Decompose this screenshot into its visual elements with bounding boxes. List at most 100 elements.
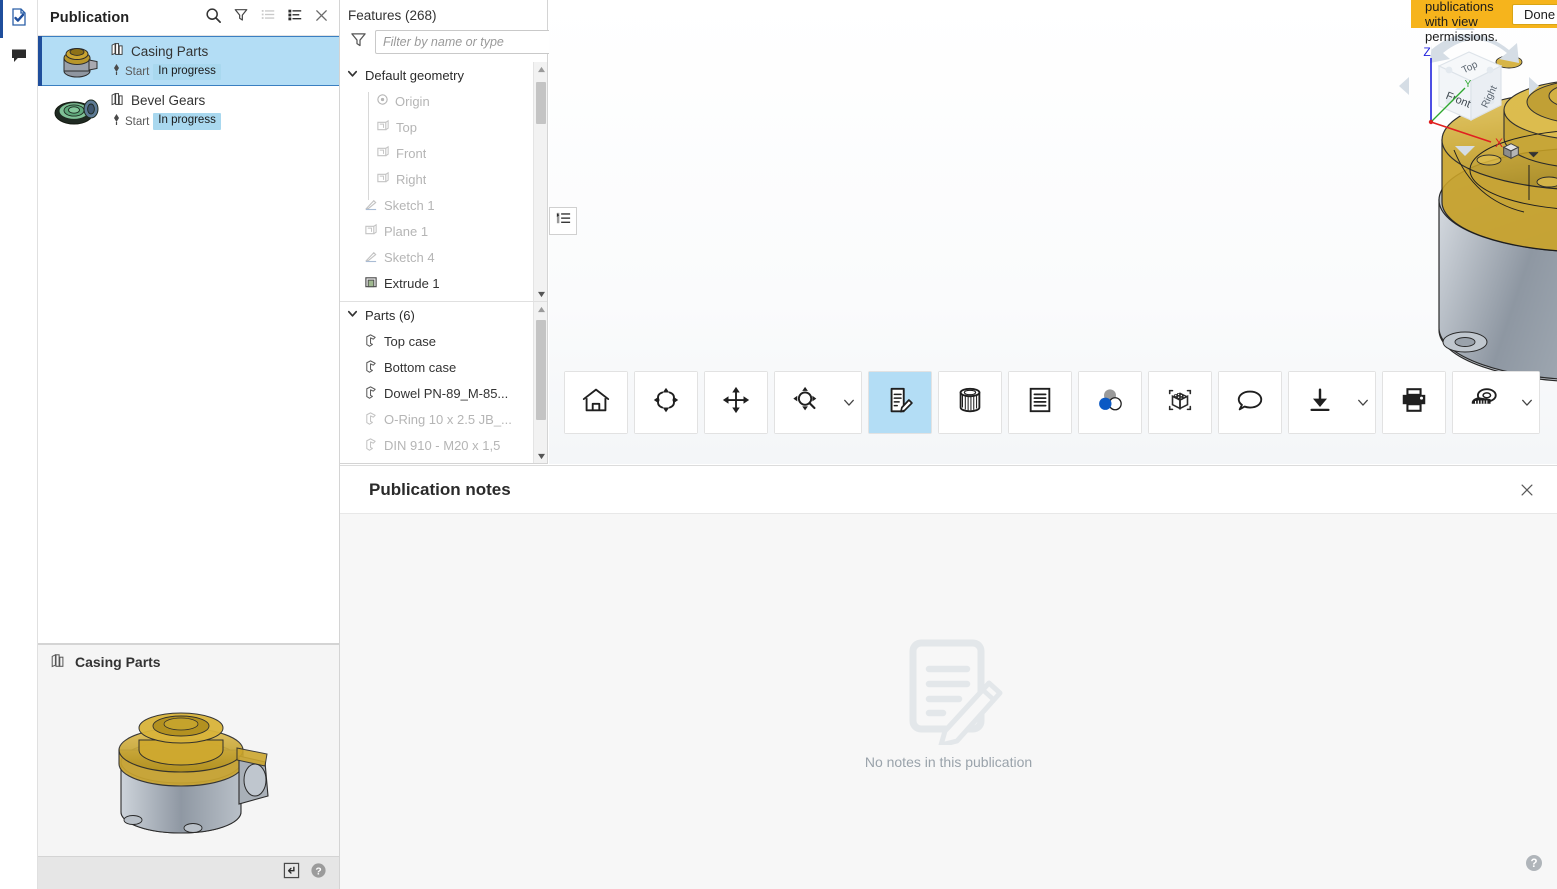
search-icon[interactable] <box>205 7 222 29</box>
close-icon[interactable] <box>1519 482 1535 498</box>
view-mode-selector[interactable] <box>1500 140 1539 167</box>
scrollbar-thumb[interactable] <box>536 82 546 124</box>
tree-row-top-case[interactable]: Top case <box>340 328 547 354</box>
toolbar-group-measure <box>1452 371 1540 434</box>
cube-icon[interactable] <box>1500 140 1522 167</box>
cad-publication-viewer: Publication Casing Parts Start In progre… <box>0 0 1557 889</box>
home-icon <box>580 384 612 421</box>
tree-row-parts-group[interactable]: Parts (6) <box>340 302 547 328</box>
publication-type-icon <box>50 652 66 673</box>
appearance-button[interactable] <box>1079 372 1141 433</box>
download-icon <box>1305 385 1335 420</box>
features-filter-input[interactable] <box>375 30 554 54</box>
tree-row-dowel[interactable]: Dowel PN-89_M-85... <box>340 380 547 406</box>
list-view-icon[interactable] <box>260 7 276 28</box>
publication-preview-card: Casing Parts ? <box>38 644 339 889</box>
tree-row-origin[interactable]: Origin <box>340 88 547 114</box>
publication-type-icon <box>110 91 125 111</box>
tree-row-plane-1[interactable]: Plane 1 <box>340 218 547 244</box>
tree-row-default-geometry[interactable]: Default geometry <box>340 62 547 88</box>
notes-panel-title: Publication notes <box>369 479 511 499</box>
preview-header: Casing Parts <box>38 645 339 679</box>
toolbar-group-notes <box>868 371 932 434</box>
print-button[interactable] <box>1383 372 1445 433</box>
bom-button[interactable] <box>1009 372 1071 433</box>
notification-done-button[interactable]: Done <box>1511 3 1557 25</box>
chevron-down-icon[interactable] <box>346 307 359 323</box>
detail-view-icon[interactable] <box>287 7 303 28</box>
publication-item-casing-parts[interactable]: Casing Parts Start In progress <box>38 36 339 87</box>
explode-button[interactable] <box>1149 372 1211 433</box>
rail-item-publications[interactable] <box>0 0 38 38</box>
chevron-down-icon <box>1357 394 1369 412</box>
rail-item-comments[interactable] <box>0 38 38 76</box>
home-button[interactable] <box>565 372 627 433</box>
scroll-down-arrow-icon[interactable] <box>534 449 547 463</box>
scroll-up-arrow-icon[interactable] <box>534 302 547 316</box>
zoom-button[interactable] <box>775 372 837 433</box>
status-badge: In progress <box>153 63 221 81</box>
tree-row-front-plane[interactable]: Front <box>340 140 547 166</box>
publication-item-stage: Start <box>125 66 150 78</box>
download-dropdown-caret[interactable] <box>1351 372 1375 433</box>
zoom-dropdown-caret[interactable] <box>837 372 861 433</box>
scroll-down-arrow-icon[interactable] <box>534 287 547 301</box>
help-icon[interactable]: ? <box>310 862 327 884</box>
publication-item-stage: Start <box>125 115 150 128</box>
tree-row-o-ring[interactable]: O-Ring 10 x 2.5 JB_... <box>340 406 547 432</box>
features-title: Features (268) <box>348 8 437 23</box>
left-icon-rail <box>0 0 38 889</box>
pan-arrows-icon <box>721 385 751 420</box>
toolbar-group-comment <box>1218 371 1282 434</box>
tree-row-din-910[interactable]: DIN 910 - M20 x 1,5 <box>340 432 547 458</box>
milestone-icon <box>112 113 121 131</box>
viewer-toolbar <box>564 371 1540 434</box>
toolbar-group-pan <box>704 371 768 434</box>
open-in-panel-icon[interactable] <box>283 862 300 884</box>
chevron-down-icon <box>1521 394 1533 412</box>
toolbar-group-print <box>1382 371 1446 434</box>
toolbar-group-explode <box>1148 371 1212 434</box>
features-tree-scrollbar-bottom[interactable] <box>533 302 547 463</box>
notes-empty-state: No notes in this publication <box>340 514 1557 889</box>
publication-header-icons <box>205 7 329 29</box>
panel-title: Publication <box>50 9 130 26</box>
rotate-button[interactable] <box>635 372 697 433</box>
comment-button[interactable] <box>1219 372 1281 433</box>
tree-row-extrude-1[interactable]: Extrude 1 <box>340 270 547 296</box>
tree-row-right-plane[interactable]: Right <box>340 166 547 192</box>
download-button[interactable] <box>1289 372 1351 433</box>
preview-image <box>38 679 339 856</box>
tree-row-top-plane[interactable]: Top <box>340 114 547 140</box>
color-circles-icon <box>1095 385 1125 420</box>
preview-footer: ? <box>38 856 339 889</box>
notes-button[interactable] <box>869 372 931 433</box>
publication-item-status-row: Start In progress <box>110 113 221 131</box>
tree-row-sketch-4[interactable]: Sketch 4 <box>340 244 547 270</box>
section-button[interactable] <box>939 372 1001 433</box>
scroll-up-arrow-icon[interactable] <box>534 62 547 76</box>
explode-box-icon <box>1165 385 1195 420</box>
part-icon <box>364 333 378 350</box>
toolbar-group-zoom <box>774 371 862 434</box>
measure-dropdown-caret[interactable] <box>1515 372 1539 433</box>
chevron-down-icon[interactable] <box>346 67 359 83</box>
tree-label: Bottom case <box>384 359 457 375</box>
filter-icon[interactable] <box>233 7 249 28</box>
tree-row-bottom-case[interactable]: Bottom case <box>340 354 547 380</box>
scrollbar-thumb[interactable] <box>536 320 546 420</box>
measure-button[interactable] <box>1453 372 1515 433</box>
publication-thumbnail <box>50 40 104 82</box>
publication-item-bevel-gears[interactable]: Bevel Gears Start In progress <box>38 86 339 136</box>
caret-down-icon[interactable] <box>1528 145 1539 163</box>
publication-type-icon <box>110 41 125 61</box>
panel-expand-toggle[interactable] <box>549 207 577 235</box>
notification-text: Viewing publications with view permissio… <box>1425 0 1498 44</box>
zoom-target-icon <box>791 385 821 420</box>
tree-row-sketch-1[interactable]: Sketch 1 <box>340 192 547 218</box>
features-tree-scrollbar-top[interactable] <box>533 62 547 301</box>
close-icon[interactable] <box>314 8 329 28</box>
help-button[interactable]: ? <box>1525 854 1543 877</box>
pan-button[interactable] <box>705 372 767 433</box>
filter-icon[interactable] <box>350 31 367 53</box>
